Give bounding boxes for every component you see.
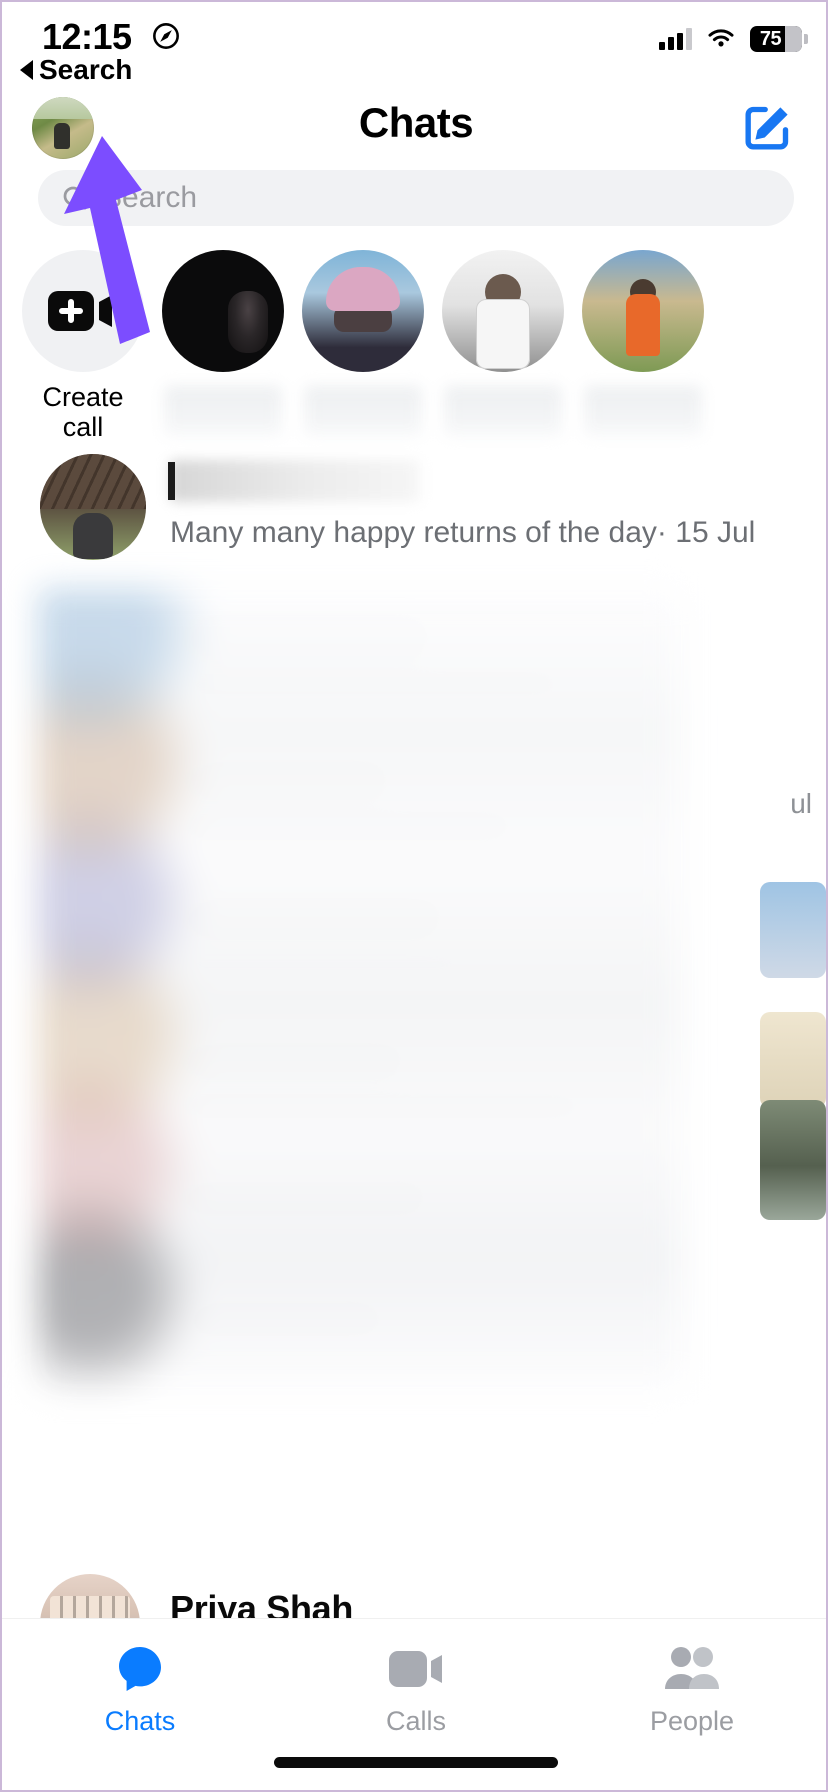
wifi-icon bbox=[708, 29, 734, 47]
story-name-redacted bbox=[584, 386, 702, 436]
story-item[interactable] bbox=[578, 250, 708, 436]
chat-preview: Many many happy returns of the day· 15 J… bbox=[170, 516, 756, 549]
back-to-search[interactable]: Search bbox=[20, 54, 132, 86]
two-people-icon bbox=[554, 1638, 826, 1700]
video-camera-icon bbox=[278, 1638, 554, 1700]
tab-people-label: People bbox=[649, 1706, 735, 1736]
chat-avatar bbox=[40, 454, 146, 560]
privacy-blur-overlay bbox=[38, 588, 682, 1388]
back-label: Search bbox=[39, 54, 133, 85]
status-indicators: 75 bbox=[659, 26, 808, 52]
battery-level: 75 bbox=[759, 27, 782, 50]
story-item[interactable] bbox=[298, 250, 428, 436]
tab-bar[interactable]: Chats Calls People bbox=[2, 1618, 826, 1790]
tab-calls-label: Calls bbox=[385, 1706, 446, 1736]
chat-row[interactable]: Many many happy returns of the day· 15 J… bbox=[2, 444, 826, 562]
story-name-redacted bbox=[444, 386, 562, 436]
chat-list: Many many happy returns of the day· 15 J… bbox=[2, 444, 826, 562]
story-name-redacted bbox=[164, 386, 282, 436]
chat-thumb-sliver bbox=[760, 1100, 826, 1220]
story-avatar bbox=[302, 250, 424, 372]
compose-pencil-square-icon[interactable] bbox=[740, 99, 796, 155]
story-avatar bbox=[442, 250, 564, 372]
annotation-arrow bbox=[64, 136, 150, 344]
chat-bubble-icon bbox=[2, 1638, 278, 1700]
tab-chats-label: Chats bbox=[104, 1706, 176, 1736]
home-indicator bbox=[274, 1757, 558, 1768]
chat-name-cursor-mark bbox=[168, 462, 175, 500]
back-caret-icon bbox=[20, 60, 33, 80]
tab-chats[interactable]: Chats bbox=[2, 1638, 278, 1737]
battery-icon: 75 bbox=[750, 26, 808, 52]
phone-screen: 12:15 75 Search Chats Search Create call… bbox=[0, 0, 828, 1792]
chat-name-redacted bbox=[170, 460, 420, 502]
chat-timestamp-sliver: ul bbox=[790, 788, 812, 819]
tab-calls[interactable]: Calls bbox=[278, 1638, 554, 1737]
chat-thumb-sliver bbox=[760, 882, 826, 978]
status-time: 12:15 bbox=[42, 16, 132, 57]
story-name-redacted bbox=[304, 386, 422, 436]
chat-thumb-sliver bbox=[760, 1012, 826, 1108]
story-avatar bbox=[582, 250, 704, 372]
tab-people[interactable]: People bbox=[554, 1638, 826, 1737]
cellular-signal-icon bbox=[659, 28, 692, 50]
story-item[interactable] bbox=[438, 250, 568, 436]
create-call-label: Create call bbox=[42, 382, 124, 443]
location-arrow-icon bbox=[153, 23, 179, 49]
redacted-chat-rows bbox=[38, 588, 682, 1388]
